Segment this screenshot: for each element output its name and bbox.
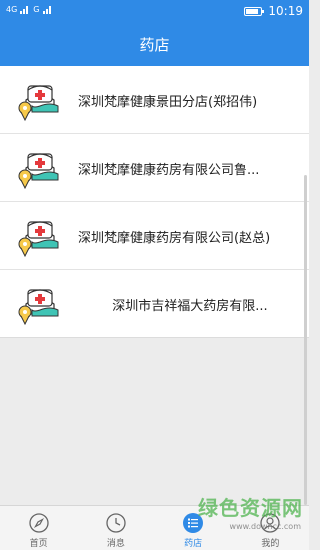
watermark-url: www.downcc.com	[229, 522, 301, 531]
watermark-text: 绿色资源网	[198, 496, 303, 520]
store-row-1[interactable]: 深圳梵摩健康景田分店(郑招伟)	[0, 66, 309, 134]
scrollbar[interactable]	[304, 175, 307, 505]
tab-label: 首页	[29, 539, 48, 549]
pharmacy-icon	[18, 221, 59, 258]
tab-home[interactable]: 首页	[0, 506, 77, 550]
store-name: 深圳梵摩健康景田分店(郑招伟)	[78, 95, 258, 110]
pharmacy-icon	[18, 153, 59, 190]
clock-icon	[106, 513, 126, 533]
tab-messages[interactable]: 消息	[77, 506, 154, 550]
page-title: 药店	[0, 24, 309, 66]
network-indicators: 4G G	[6, 5, 53, 14]
store-name: 深圳市吉祥福大药房有限...	[112, 299, 268, 314]
signal-icon-2	[42, 5, 53, 14]
network-type-label: 4G	[6, 5, 18, 14]
tab-label: 我的	[261, 539, 280, 549]
tab-label: 药店	[184, 539, 203, 549]
tab-label: 消息	[106, 539, 125, 549]
store-row-3[interactable]: 深圳梵摩健康药房有限公司(赵总)	[0, 202, 309, 270]
pharmacy-icon	[18, 289, 59, 326]
pharmacy-icon	[18, 85, 59, 122]
compass-icon	[28, 513, 49, 533]
network-type-label-2: G	[33, 5, 40, 14]
store-list: 深圳梵摩健康景田分店(郑招伟) 深圳梵摩健康药房有限公司鲁... 深圳梵摩健康药…	[0, 66, 309, 338]
status-bar: 4G G 10:19	[0, 0, 309, 24]
signal-icon	[20, 5, 30, 14]
store-name: 深圳梵摩健康药房有限公司鲁...	[78, 163, 260, 178]
store-row-2[interactable]: 深圳梵摩健康药房有限公司鲁...	[0, 134, 309, 202]
store-name: 深圳梵摩健康药房有限公司(赵总)	[78, 231, 271, 246]
battery-icon	[244, 6, 265, 16]
clock-time: 10:19	[268, 4, 303, 18]
store-row-4[interactable]: 深圳市吉祥福大药房有限...	[0, 270, 309, 338]
